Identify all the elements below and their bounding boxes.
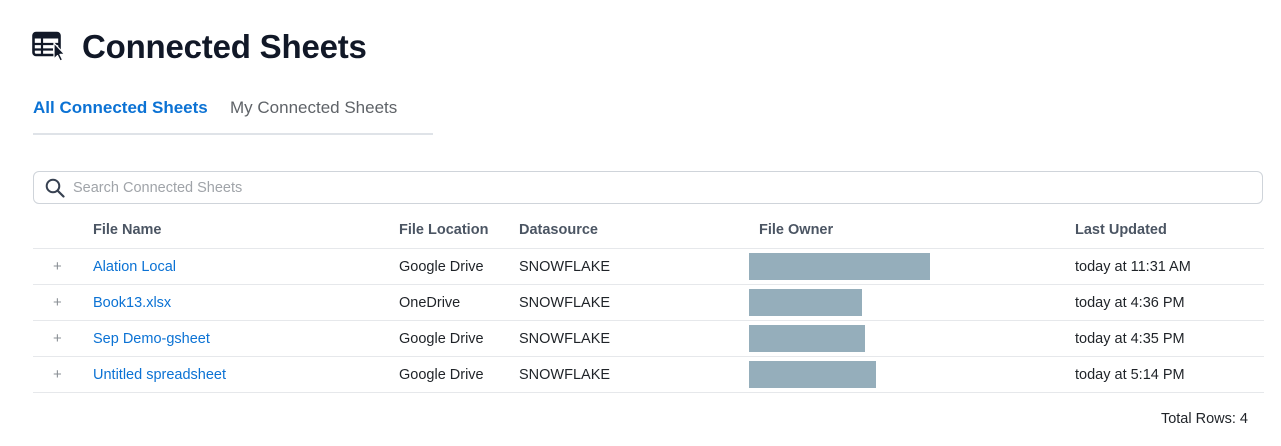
expand-row-button[interactable]: + xyxy=(33,356,93,393)
table-row: + Book13.xlsx OneDrive SNOWFLAKE today a… xyxy=(33,284,1264,321)
datasource-cell: SNOWFLAKE xyxy=(519,320,759,357)
last-updated-cell: today at 4:36 PM xyxy=(1075,284,1264,321)
page-title: Connected Sheets xyxy=(82,28,367,65)
expand-row-button[interactable]: + xyxy=(33,320,93,357)
search-icon xyxy=(45,178,65,198)
tab-my-connected-sheets[interactable]: My Connected Sheets xyxy=(230,98,397,131)
tab-bar: All Connected Sheets My Connected Sheets xyxy=(33,96,433,135)
file-name-link[interactable]: Alation Local xyxy=(93,259,176,275)
spreadsheet-cursor-icon xyxy=(32,31,66,62)
search-bar[interactable] xyxy=(33,171,1263,204)
last-updated-cell: today at 4:35 PM xyxy=(1075,320,1264,357)
tab-all-connected-sheets[interactable]: All Connected Sheets xyxy=(33,98,208,131)
table-header-row: File Name File Location Datasource File … xyxy=(33,212,1264,249)
file-name-link[interactable]: Sep Demo-gsheet xyxy=(93,331,210,347)
column-header-file-location[interactable]: File Location xyxy=(399,212,519,249)
file-owner-cell xyxy=(749,284,1075,321)
redacted-owner xyxy=(749,361,876,388)
file-location-cell: Google Drive xyxy=(399,356,519,393)
datasource-cell: SNOWFLAKE xyxy=(519,284,759,321)
column-header-file-owner[interactable]: File Owner xyxy=(759,212,1075,249)
connected-sheets-page: Connected Sheets All Connected Sheets My… xyxy=(0,0,1281,446)
page-header: Connected Sheets xyxy=(32,26,367,66)
search-input[interactable] xyxy=(73,179,1173,196)
column-header-file-name[interactable]: File Name xyxy=(93,212,399,249)
file-name-link[interactable]: Book13.xlsx xyxy=(93,295,171,311)
redacted-owner xyxy=(749,325,865,352)
connected-sheets-table: File Name File Location Datasource File … xyxy=(33,212,1264,393)
file-location-cell: OneDrive xyxy=(399,284,519,321)
total-rows-count: Total Rows: 4 xyxy=(1160,411,1248,427)
table-row: + Untitled spreadsheet Google Drive SNOW… xyxy=(33,356,1264,393)
expand-row-button[interactable]: + xyxy=(33,248,93,285)
redacted-owner xyxy=(749,289,862,316)
file-owner-cell xyxy=(749,320,1075,357)
column-header-expand xyxy=(33,212,93,249)
expand-row-button[interactable]: + xyxy=(33,284,93,321)
file-location-cell: Google Drive xyxy=(399,248,519,285)
column-header-last-updated[interactable]: Last Updated xyxy=(1075,212,1264,249)
table-row: + Alation Local Google Drive SNOWFLAKE t… xyxy=(33,248,1264,285)
datasource-cell: SNOWFLAKE xyxy=(519,356,759,393)
file-location-cell: Google Drive xyxy=(399,320,519,357)
table-row: + Sep Demo-gsheet Google Drive SNOWFLAKE… xyxy=(33,320,1264,357)
last-updated-cell: today at 11:31 AM xyxy=(1075,248,1264,285)
last-updated-cell: today at 5:14 PM xyxy=(1075,356,1264,393)
file-name-link[interactable]: Untitled spreadsheet xyxy=(93,367,226,383)
datasource-cell: SNOWFLAKE xyxy=(519,248,759,285)
file-owner-cell xyxy=(749,248,1075,285)
redacted-owner xyxy=(749,253,930,280)
file-owner-cell xyxy=(749,356,1075,393)
column-header-datasource[interactable]: Datasource xyxy=(519,212,759,249)
